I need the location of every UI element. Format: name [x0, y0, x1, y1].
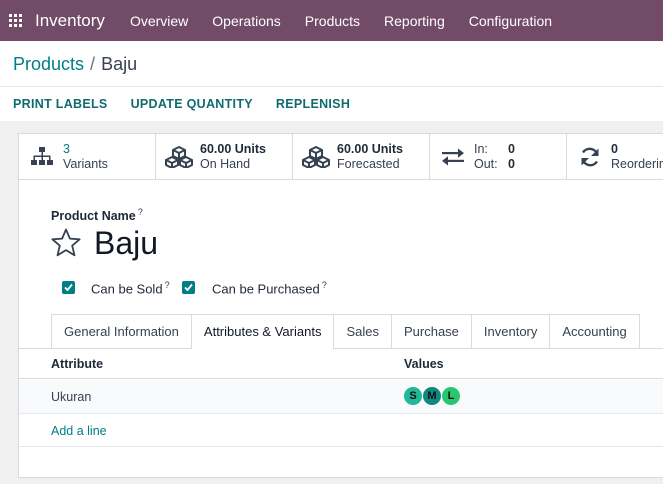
can-be-sold-checkbox[interactable] [62, 281, 75, 294]
product-name-field[interactable]: Baju [94, 225, 158, 262]
variants-count: 3 [63, 141, 70, 156]
tab-general-information[interactable]: General Information [51, 314, 191, 349]
menu-products[interactable]: Products [293, 13, 372, 29]
column-attribute[interactable]: Attribute [51, 357, 103, 371]
breadcrumb-separator: / [90, 54, 96, 74]
on-hand-value: 60.00 Units [200, 141, 267, 156]
breadcrumb-current: Baju [101, 54, 138, 74]
value-tag-l: L [442, 387, 460, 405]
reordering-count: 0 [611, 141, 618, 156]
tab-accounting[interactable]: Accounting [549, 314, 640, 349]
forecasted-label: Forecasted [337, 156, 400, 171]
on-hand-button[interactable]: 60.00 Units On Hand [156, 134, 293, 179]
help-tooltip[interactable]: ? [165, 280, 170, 290]
product-name-label: Product Name? [51, 207, 143, 224]
tab-sales[interactable]: Sales [333, 314, 391, 349]
notebook-tabs: General Information Attributes & Variant… [51, 314, 640, 349]
value-tag-s: S [404, 387, 422, 405]
column-values[interactable]: Values [404, 357, 444, 371]
help-tooltip[interactable]: ? [138, 207, 143, 217]
reordering-label: Reordering [611, 156, 663, 171]
tab-attributes-variants[interactable]: Attributes & Variants [190, 314, 334, 349]
variants-label: Variants [63, 156, 108, 171]
attribute-cell[interactable]: Ukuran [51, 390, 91, 404]
can-be-purchased-label: Can be Purchased? [212, 280, 327, 297]
update-quantity-button[interactable]: UPDATE QUANTITY [131, 97, 253, 111]
table-row[interactable]: Ukuran S M L [19, 380, 663, 414]
can-be-sold-label: Can be Sold? [91, 280, 170, 297]
value-tag-m: M [423, 387, 441, 405]
forecasted-value: 60.00 Units [337, 141, 404, 156]
exchange-icon [438, 144, 468, 170]
breadcrumb: Products / Baju [13, 54, 137, 75]
can-be-purchased-checkbox[interactable] [182, 281, 195, 294]
forecasted-button[interactable]: 60.00 Units Forecasted [293, 134, 430, 179]
top-navbar: Inventory Overview Operations Products R… [0, 0, 663, 41]
app-name[interactable]: Inventory [35, 11, 105, 31]
add-a-line-link[interactable]: Add a line [51, 424, 107, 438]
in-value: 0 [508, 141, 515, 156]
replenish-button[interactable]: REPLENISH [276, 97, 350, 111]
apps-grid-icon[interactable] [9, 14, 22, 27]
table-header: Attribute Values [19, 349, 663, 379]
in-out-button[interactable]: In: 0 Out: 0 [430, 134, 567, 179]
menu-operations[interactable]: Operations [200, 13, 292, 29]
tab-purchase[interactable]: Purchase [390, 314, 471, 349]
star-icon[interactable] [50, 227, 82, 259]
refresh-icon [575, 144, 605, 170]
control-panel: Products / Baju PRINT LABELS UPDATE QUAN… [0, 41, 663, 121]
action-buttons: PRINT LABELS UPDATE QUANTITY REPLENISH [13, 97, 350, 111]
menu-overview[interactable]: Overview [118, 13, 200, 29]
smart-buttons: 3 Variants 60.00 Units On Hand 60.00 Uni… [19, 134, 663, 180]
top-menu: Overview Operations Products Reporting C… [118, 13, 564, 29]
form-sheet: 3 Variants 60.00 Units On Hand 60.00 Uni… [18, 133, 663, 478]
cubes-icon [301, 144, 331, 170]
out-value: 0 [508, 156, 515, 171]
help-tooltip[interactable]: ? [322, 280, 327, 290]
values-cell[interactable]: S M L [404, 387, 460, 405]
menu-configuration[interactable]: Configuration [457, 13, 564, 29]
divider [0, 86, 663, 87]
cubes-icon [164, 144, 194, 170]
tab-inventory[interactable]: Inventory [470, 314, 550, 349]
menu-reporting[interactable]: Reporting [372, 13, 457, 29]
out-label: Out: [474, 156, 498, 171]
breadcrumb-products-link[interactable]: Products [13, 54, 84, 75]
in-label: In: [474, 141, 488, 156]
print-labels-button[interactable]: PRINT LABELS [13, 97, 108, 111]
variants-button[interactable]: 3 Variants [19, 134, 156, 179]
divider [19, 446, 663, 447]
on-hand-label: On Hand [200, 156, 251, 171]
sitemap-icon [27, 144, 57, 170]
reordering-button[interactable]: 0 Reordering [567, 134, 663, 179]
